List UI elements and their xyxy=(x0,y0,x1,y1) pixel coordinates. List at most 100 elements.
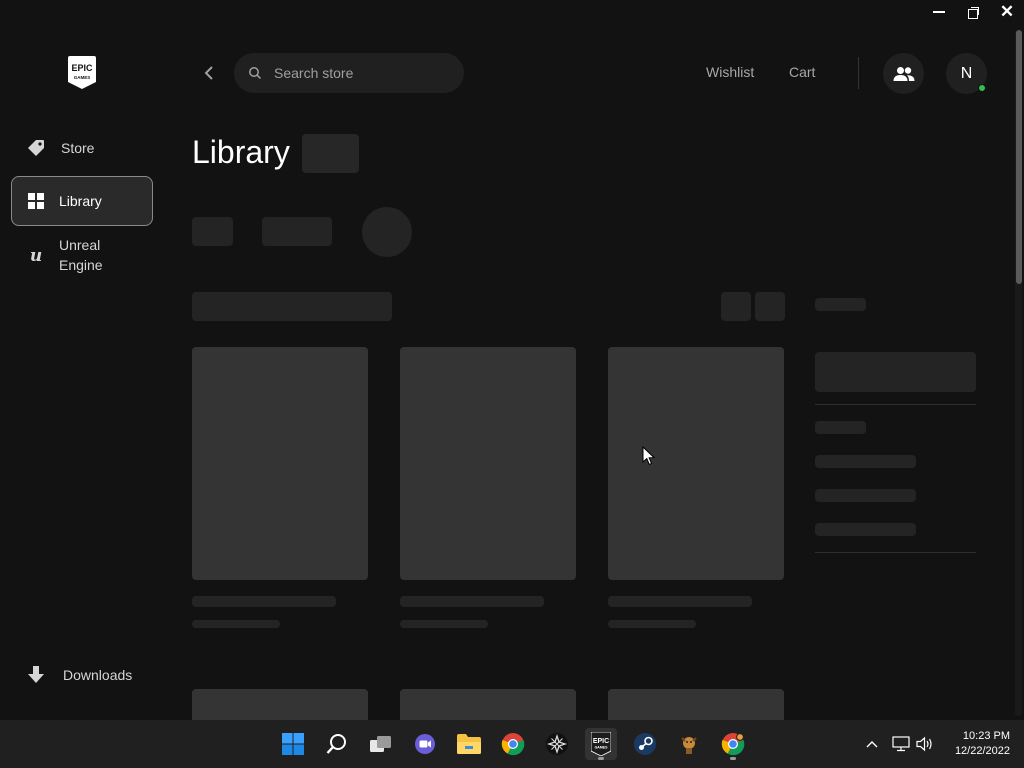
steam-button[interactable] xyxy=(629,728,661,760)
cart-link[interactable]: Cart xyxy=(789,64,815,80)
epic-games-launcher: ✕ EPIC GAMES Store Library u Unreal Engi… xyxy=(0,0,1024,720)
game-app-button[interactable] xyxy=(673,728,705,760)
network-icon xyxy=(892,736,910,752)
show-hidden-icons-button[interactable] xyxy=(864,734,880,754)
friends-button[interactable] xyxy=(883,53,924,94)
chrome-icon xyxy=(501,733,525,756)
chevron-up-icon xyxy=(866,741,878,748)
minimize-icon xyxy=(933,11,945,13)
windows-icon xyxy=(282,733,304,755)
game-card-placeholder xyxy=(400,689,576,720)
sidebar-item-label: Library xyxy=(59,193,102,209)
game-card-placeholder xyxy=(608,689,784,720)
pinwheel-app-button[interactable] xyxy=(541,728,573,760)
svg-text:u: u xyxy=(30,246,42,264)
page-title: Library xyxy=(192,134,290,170)
wishlist-link[interactable]: Wishlist xyxy=(706,64,754,80)
card-subtitle-placeholder xyxy=(400,620,488,628)
title-count-placeholder xyxy=(302,134,359,173)
sidebar-item-unreal-engine[interactable]: u Unreal Engine xyxy=(11,234,153,276)
task-view-icon xyxy=(370,736,391,752)
view-toggle-placeholder xyxy=(755,292,785,321)
minimize-button[interactable] xyxy=(922,0,956,24)
chrome-profile-button[interactable] xyxy=(717,728,749,760)
logo-text-bottom: GAMES xyxy=(74,75,91,80)
search-icon xyxy=(326,734,346,754)
clock-time: 10:23 PM xyxy=(962,730,1010,742)
restore-icon xyxy=(967,6,979,19)
game-card-placeholder xyxy=(608,347,784,580)
game-character-icon xyxy=(681,737,697,754)
teams-chat-button[interactable] xyxy=(409,728,441,760)
epic-games-icon: EPIC GAMES xyxy=(591,732,611,756)
friends-icon xyxy=(893,66,914,81)
download-icon xyxy=(25,664,47,686)
sidebar-item-label: Store xyxy=(61,140,95,156)
game-card-placeholder xyxy=(192,689,368,720)
svg-text:GAMES: GAMES xyxy=(595,746,609,750)
mouse-cursor-icon xyxy=(642,446,656,466)
speaker-icon xyxy=(916,736,932,752)
sidebar-item-label: Downloads xyxy=(63,667,133,683)
filter-panel-title-placeholder xyxy=(815,298,866,311)
view-toggle-placeholder xyxy=(721,292,751,321)
clock-date: 12/22/2022 xyxy=(954,745,1010,757)
sidebar: EPIC GAMES Store Library u Unreal Engine xyxy=(0,0,165,720)
filter-divider xyxy=(815,404,976,405)
search-icon xyxy=(249,67,262,80)
chrome-button[interactable] xyxy=(497,728,529,760)
start-button[interactable] xyxy=(277,728,309,760)
card-subtitle-placeholder xyxy=(608,620,696,628)
logo-text-top: EPIC xyxy=(71,63,93,73)
game-card-placeholder xyxy=(192,347,368,580)
search-bar[interactable]: Search store xyxy=(234,53,464,93)
sort-placeholder xyxy=(192,292,392,321)
file-explorer-button[interactable] xyxy=(453,728,485,760)
filter-search-placeholder xyxy=(815,352,976,392)
running-indicator xyxy=(730,757,736,760)
close-icon: ✕ xyxy=(999,2,1015,21)
restore-button[interactable] xyxy=(956,0,990,24)
scrollbar-thumb[interactable] xyxy=(1016,30,1022,284)
svg-text:EPIC: EPIC xyxy=(593,738,609,745)
filter-option-placeholder xyxy=(815,489,916,502)
back-button[interactable] xyxy=(198,62,220,84)
taskbar-search-button[interactable] xyxy=(321,728,353,760)
filter-divider xyxy=(815,552,976,553)
steam-icon xyxy=(634,733,656,755)
epic-games-taskbar-button[interactable]: EPIC GAMES xyxy=(585,728,617,760)
filter-placeholder-circle xyxy=(362,207,412,257)
header-divider xyxy=(858,57,859,89)
filter-option-placeholder xyxy=(815,455,916,468)
volume-button[interactable] xyxy=(915,734,935,754)
chat-icon xyxy=(415,734,435,754)
card-title-placeholder xyxy=(400,596,544,607)
sidebar-item-downloads[interactable]: Downloads xyxy=(11,661,153,689)
sidebar-item-label: Unreal Engine xyxy=(59,237,103,273)
card-subtitle-placeholder xyxy=(192,620,280,628)
taskbar: EPIC GAMES 10:23 PM 12/22/2022 xyxy=(0,720,1024,768)
game-card-placeholder xyxy=(400,347,576,580)
grid-icon xyxy=(25,190,47,212)
running-indicator xyxy=(598,757,604,760)
sidebar-item-library[interactable]: Library xyxy=(11,176,153,226)
card-title-placeholder xyxy=(192,596,336,607)
task-view-button[interactable] xyxy=(365,728,397,760)
chevron-left-icon xyxy=(204,66,213,80)
filter-placeholder xyxy=(192,217,233,246)
taskbar-clock[interactable]: 10:23 PM 12/22/2022 xyxy=(955,729,1010,759)
close-button[interactable]: ✕ xyxy=(990,0,1024,24)
window-controls: ✕ xyxy=(922,0,1024,24)
card-title-placeholder xyxy=(608,596,752,607)
epic-games-logo[interactable]: EPIC GAMES xyxy=(68,56,96,89)
network-button[interactable] xyxy=(891,734,911,754)
sidebar-item-store[interactable]: Store xyxy=(11,134,153,162)
tag-icon xyxy=(25,137,47,159)
online-status-dot xyxy=(978,84,986,92)
pinwheel-icon xyxy=(546,733,568,755)
folder-icon xyxy=(457,734,481,754)
chrome-icon xyxy=(721,733,745,756)
filter-option-placeholder xyxy=(815,523,916,536)
search-input[interactable]: Search store xyxy=(274,65,353,81)
unreal-icon: u xyxy=(25,244,47,266)
